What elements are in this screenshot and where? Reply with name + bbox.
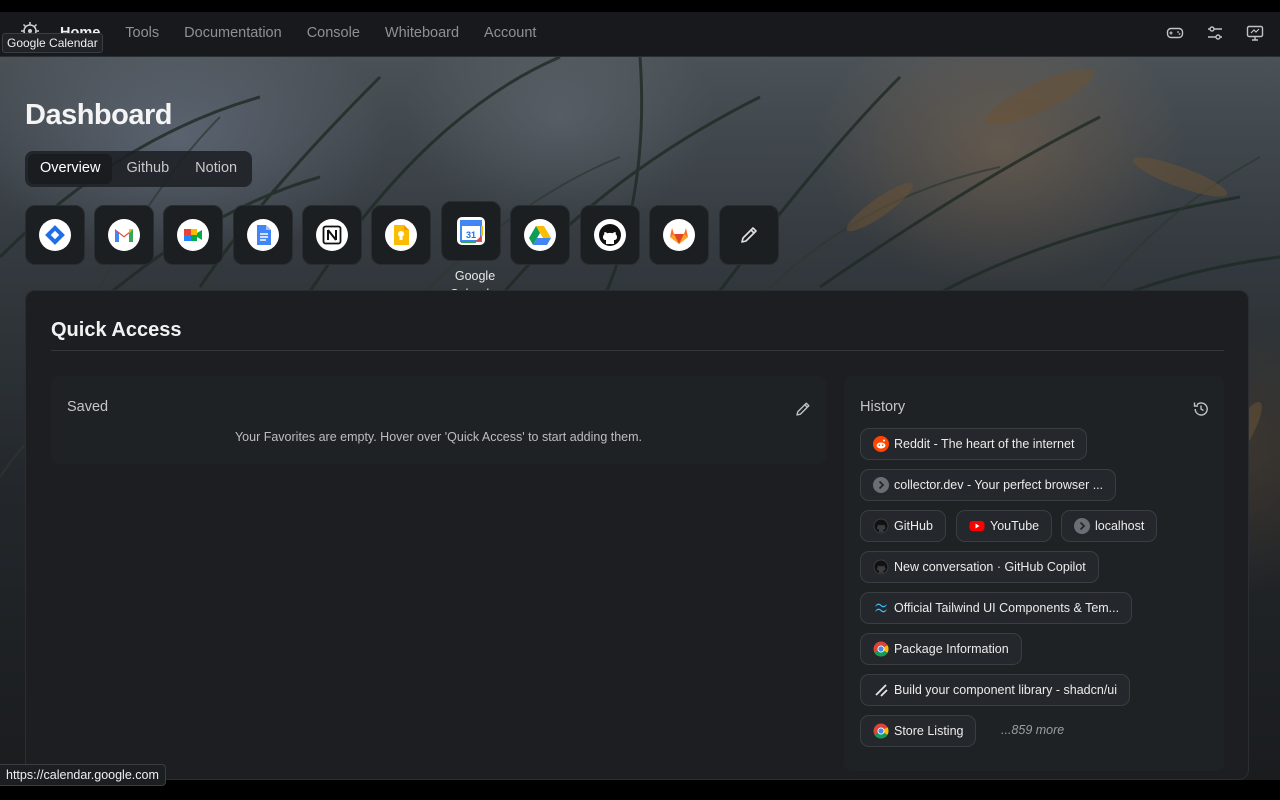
status-url-bar: https://calendar.google.com bbox=[0, 764, 166, 786]
tab-overview[interactable]: Overview bbox=[28, 154, 113, 184]
app-gmail[interactable] bbox=[94, 205, 154, 265]
github-icon bbox=[594, 219, 626, 251]
quick-access-title[interactable]: Quick Access bbox=[51, 319, 181, 342]
jira-icon bbox=[39, 219, 71, 251]
shadcn-icon bbox=[875, 684, 888, 697]
pencil-icon[interactable] bbox=[794, 400, 812, 418]
window-frame-bottom bbox=[0, 780, 1280, 800]
history-item-youtube[interactable]: YouTube bbox=[956, 510, 1053, 542]
gmail-icon bbox=[108, 219, 140, 251]
history-item-package-info[interactable]: Package Information bbox=[860, 633, 1022, 665]
history-item-collector[interactable]: collector.dev - Your perfect browser ... bbox=[860, 469, 1117, 501]
gitlab-icon bbox=[663, 219, 695, 251]
google-meet-icon bbox=[177, 219, 209, 251]
page-title: Dashboard bbox=[25, 99, 172, 131]
google-drive-icon bbox=[524, 219, 556, 251]
nav-item-whiteboard[interactable]: Whiteboard bbox=[385, 25, 459, 41]
history-item-store-listing[interactable]: Store Listing bbox=[860, 715, 977, 747]
top-navbar: Home Tools Documentation Console Whitebo… bbox=[0, 12, 1280, 57]
tailwind-icon bbox=[875, 603, 887, 613]
svg-text:31: 31 bbox=[466, 230, 476, 240]
history-item-label: New conversation · GitHub Copilot bbox=[894, 560, 1086, 574]
app-google-keep[interactable] bbox=[371, 205, 431, 265]
history-item-label: Package Information bbox=[894, 642, 1009, 656]
monitor-icon[interactable] bbox=[1246, 24, 1264, 42]
app-google-drive[interactable] bbox=[510, 205, 570, 265]
notion-icon bbox=[316, 219, 348, 251]
app-notion[interactable] bbox=[302, 205, 362, 265]
tab-github[interactable]: Github bbox=[114, 154, 181, 184]
sliders-icon[interactable] bbox=[1206, 24, 1224, 42]
history-item-reddit[interactable]: Reddit - The heart of the internet bbox=[860, 428, 1088, 460]
history-item-tailwind[interactable]: Official Tailwind UI Components & Tem... bbox=[860, 592, 1133, 624]
app-google-meet[interactable] bbox=[163, 205, 223, 265]
divider bbox=[51, 350, 1224, 351]
history-item-copilot[interactable]: New conversation · GitHub Copilot bbox=[860, 551, 1099, 583]
history-item-shadcn[interactable]: Build your component library - shadcn/ui bbox=[860, 674, 1131, 706]
reddit-icon bbox=[873, 436, 889, 452]
chevron-circle-icon bbox=[873, 477, 889, 493]
app-jira[interactable] bbox=[25, 205, 85, 265]
history-more-link[interactable]: ...859 more bbox=[1001, 723, 1064, 737]
google-keep-icon bbox=[385, 219, 417, 251]
app-google-calendar[interactable]: 31 bbox=[441, 201, 501, 261]
youtube-icon bbox=[969, 521, 985, 531]
history-item-label: Build your component library - shadcn/ui bbox=[894, 683, 1118, 697]
saved-section: Saved Your Favorites are empty. Hover ov… bbox=[51, 376, 826, 464]
nav-item-account[interactable]: Account bbox=[484, 25, 536, 41]
tab-notion[interactable]: Notion bbox=[183, 154, 249, 184]
nav-right-icons bbox=[1166, 24, 1264, 42]
github-icon bbox=[873, 559, 889, 575]
app-google-docs[interactable] bbox=[233, 205, 293, 265]
app-github[interactable] bbox=[580, 205, 640, 265]
nav-menu: Home Tools Documentation Console Whitebo… bbox=[60, 25, 561, 41]
history-title: History bbox=[860, 399, 906, 415]
history-item-label: Official Tailwind UI Components & Tem... bbox=[894, 601, 1120, 615]
quick-access-panel: Quick Access Saved Your Favorites are em… bbox=[25, 290, 1249, 780]
saved-empty-message: Your Favorites are empty. Hover over 'Qu… bbox=[234, 430, 643, 444]
history-item-github[interactable]: GitHub bbox=[860, 510, 946, 542]
nav-item-console[interactable]: Console bbox=[307, 25, 360, 41]
pencil-icon bbox=[741, 227, 757, 243]
saved-title: Saved bbox=[67, 399, 109, 415]
history-item-label: collector.dev - Your perfect browser ... bbox=[894, 478, 1104, 492]
chrome-icon bbox=[873, 723, 889, 739]
history-icon[interactable] bbox=[1192, 400, 1210, 418]
github-icon bbox=[873, 518, 889, 534]
history-section: History Reddit - The heart of the intern… bbox=[844, 376, 1224, 771]
gamepad-icon[interactable] bbox=[1166, 24, 1184, 42]
app-edit[interactable] bbox=[719, 205, 779, 265]
chevron-circle-icon bbox=[1074, 518, 1090, 534]
history-item-label: YouTube bbox=[990, 519, 1040, 533]
history-item-label: Store Listing bbox=[894, 724, 964, 738]
nav-item-documentation[interactable]: Documentation bbox=[184, 25, 282, 41]
app-gitlab[interactable] bbox=[649, 205, 709, 265]
hover-tooltip: Google Calendar bbox=[2, 33, 103, 53]
google-calendar-icon: 31 bbox=[457, 217, 485, 245]
nav-item-tools[interactable]: Tools bbox=[125, 25, 159, 41]
history-item-label: GitHub bbox=[894, 519, 933, 533]
window-frame-top bbox=[0, 0, 1280, 12]
history-item-label: Reddit - The heart of the internet bbox=[894, 437, 1075, 451]
dashboard-tabs: Overview Github Notion bbox=[25, 151, 253, 187]
chrome-icon bbox=[873, 641, 889, 657]
history-item-localhost[interactable]: localhost bbox=[1061, 510, 1158, 542]
history-item-label: localhost bbox=[1095, 519, 1145, 533]
google-docs-icon bbox=[247, 219, 279, 251]
